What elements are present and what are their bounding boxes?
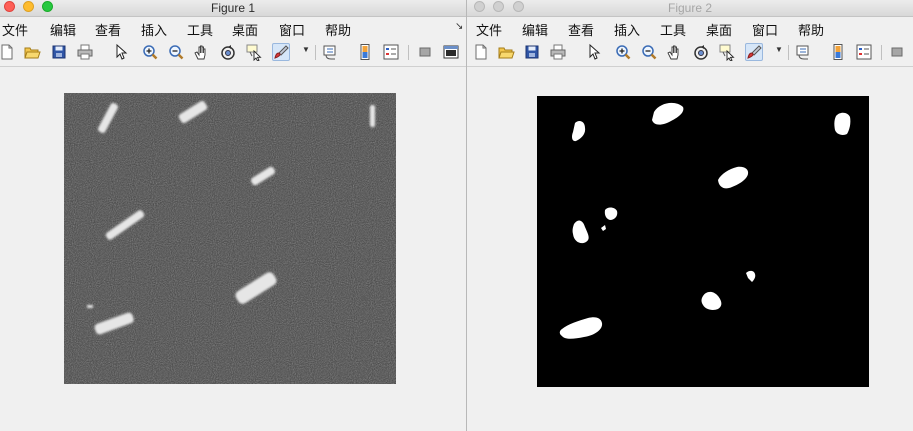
figure-2-titlebar[interactable]: Figure 2 [467, 0, 913, 17]
figure-1-window: Figure 1 文件 编辑 查看 插入 工具 桌面 窗口 帮助 ↘ ▼ [0, 0, 466, 431]
save-icon[interactable] [50, 43, 68, 61]
window-title: Figure 1 [210, 1, 256, 15]
menu-tools[interactable]: 工具 [660, 20, 686, 39]
menu-bar: 文件 编辑 查看 插入 工具 桌面 窗口 帮助 ↘ [0, 17, 466, 39]
print-icon[interactable] [549, 43, 567, 61]
rotate-3d-icon[interactable] [219, 43, 237, 61]
menu-insert[interactable]: 插入 [141, 20, 167, 39]
zoom-in-icon[interactable] [614, 43, 632, 61]
open-file-icon[interactable] [23, 43, 41, 61]
print-icon[interactable] [76, 43, 94, 61]
brush-icon[interactable] [272, 43, 290, 61]
mask-blob [834, 112, 851, 135]
new-figure-icon[interactable] [472, 43, 490, 61]
toolbar-separator [881, 45, 882, 60]
zoom-out-icon[interactable] [640, 43, 658, 61]
link-plot-icon[interactable] [795, 43, 813, 61]
menu-insert[interactable]: 插入 [614, 20, 640, 39]
ship-target [87, 305, 93, 308]
toolbar-separator [788, 45, 789, 60]
pan-hand-icon[interactable] [193, 43, 211, 61]
toolbar-separator [408, 45, 409, 60]
window-title: Figure 2 [667, 1, 713, 15]
hide-plot-tools-icon[interactable] [416, 43, 434, 61]
toolbar-separator [315, 45, 316, 60]
edit-plot-pointer-icon[interactable] [584, 43, 602, 61]
insert-colorbar-icon[interactable] [829, 43, 847, 61]
menu-edit[interactable]: 编辑 [50, 20, 76, 39]
insert-legend-icon[interactable] [855, 43, 873, 61]
rotate-3d-icon[interactable] [692, 43, 710, 61]
segmentation-mask [537, 96, 869, 387]
save-icon[interactable] [523, 43, 541, 61]
menu-desktop[interactable]: 桌面 [706, 20, 732, 39]
brush-icon[interactable] [745, 43, 763, 61]
expand-toolbar-icon[interactable]: ↘ [455, 21, 463, 32]
open-file-icon[interactable] [497, 43, 515, 61]
menu-help[interactable]: 帮助 [325, 20, 351, 39]
figure-toolbar: ▼ [467, 40, 913, 67]
menu-help[interactable]: 帮助 [798, 20, 824, 39]
menu-window[interactable]: 窗口 [752, 20, 778, 39]
figure-toolbar: ▼ [0, 40, 466, 67]
sar-ship-image [64, 93, 396, 384]
zoom-out-icon[interactable] [167, 43, 185, 61]
figure-1-titlebar[interactable]: Figure 1 [0, 0, 466, 17]
insert-legend-icon[interactable] [382, 43, 400, 61]
menu-bar: 文件 编辑 查看 插入 工具 桌面 窗口 帮助 [467, 17, 913, 39]
binary-mask-image [537, 96, 869, 387]
edit-plot-pointer-icon[interactable] [111, 43, 129, 61]
brush-dropdown-icon[interactable]: ▼ [775, 45, 783, 54]
menu-desktop[interactable]: 桌面 [232, 20, 258, 39]
grayscale-image [64, 93, 396, 384]
zoom-in-icon[interactable] [141, 43, 159, 61]
menu-edit[interactable]: 编辑 [522, 20, 548, 39]
menu-view[interactable]: 查看 [95, 20, 121, 39]
hide-plot-tools-icon[interactable] [888, 43, 906, 61]
noise-speck [362, 296, 366, 300]
data-cursor-icon[interactable] [245, 43, 263, 61]
menu-tools[interactable]: 工具 [187, 20, 213, 39]
menu-window[interactable]: 窗口 [279, 20, 305, 39]
pan-hand-icon[interactable] [666, 43, 684, 61]
link-plot-icon[interactable] [322, 43, 340, 61]
ship-target [370, 105, 375, 127]
brush-dropdown-icon[interactable]: ▼ [302, 45, 310, 54]
data-cursor-icon[interactable] [718, 43, 736, 61]
show-plot-tools-icon[interactable] [442, 43, 460, 61]
menu-file[interactable]: 文件 [2, 20, 28, 39]
noise-speck [300, 96, 302, 102]
new-figure-icon[interactable] [0, 43, 16, 61]
figure-2-window: Figure 2 文件 编辑 查看 插入 工具 桌面 窗口 帮助 ▼ [467, 0, 913, 431]
menu-view[interactable]: 查看 [568, 20, 594, 39]
insert-colorbar-icon[interactable] [356, 43, 374, 61]
menu-file[interactable]: 文件 [476, 20, 502, 39]
